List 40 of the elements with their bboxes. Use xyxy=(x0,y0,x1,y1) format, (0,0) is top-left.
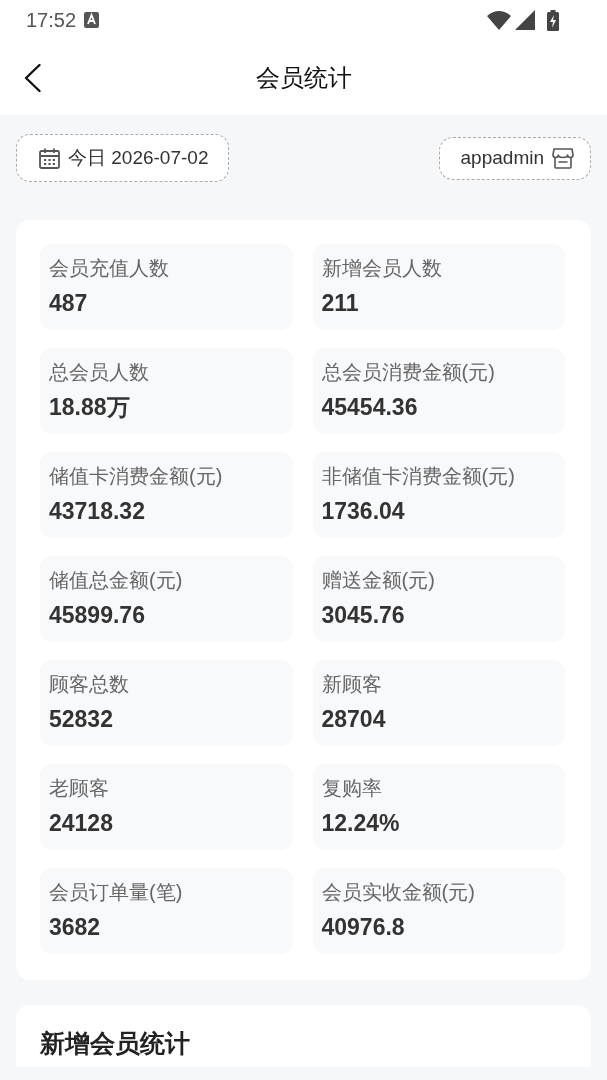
stat-label: 储值总金额(元) xyxy=(49,568,184,593)
account-store-button[interactable]: appadmin xyxy=(438,137,591,180)
battery-charging-icon xyxy=(547,9,559,31)
stat-value: 43718.32 xyxy=(49,497,146,526)
back-chevron-icon xyxy=(24,63,41,92)
section-title: 新增会员统计 xyxy=(40,1028,191,1059)
stat-value: 52832 xyxy=(49,705,114,734)
stat-value: 45899.76 xyxy=(49,601,146,630)
date-filter-button[interactable]: 今日 2026-07-02 xyxy=(16,134,230,182)
stat-value: 45454.36 xyxy=(321,393,419,422)
stat-label: 复购率 xyxy=(321,776,383,801)
stat-value: 24128 xyxy=(49,809,114,838)
calendar-icon xyxy=(39,147,60,169)
store-icon xyxy=(552,148,574,169)
stat-label: 总会员人数 xyxy=(49,360,150,385)
stat-label: 储值卡消费金额(元) xyxy=(49,464,224,489)
stat-label: 赠送金额(元) xyxy=(321,568,436,593)
keyboard-notification-icon xyxy=(84,12,100,28)
stat-label: 新顾客 xyxy=(321,672,383,697)
stat-value: 28704 xyxy=(321,705,387,734)
stat-value: 12.24% xyxy=(321,809,401,838)
stat-value: 18.88万 xyxy=(49,393,131,422)
stat-label: 会员实收金额(元) xyxy=(321,880,476,905)
signal-icon xyxy=(515,10,535,30)
stat-value: 487 xyxy=(49,289,89,318)
stat-value: 3682 xyxy=(49,913,102,942)
stat-label: 非储值卡消费金额(元) xyxy=(321,464,516,489)
status-time: 17:52 xyxy=(26,10,77,30)
stat-label: 顾客总数 xyxy=(49,672,130,697)
stat-label: 总会员消费金额(元) xyxy=(321,360,496,385)
stat-value: 3045.76 xyxy=(321,601,406,630)
wifi-icon xyxy=(487,10,511,30)
stat-value: 1736.04 xyxy=(321,497,406,526)
stat-label: 老顾客 xyxy=(49,776,110,801)
stat-label: 新增会员人数 xyxy=(321,256,443,281)
stat-label: 会员充值人数 xyxy=(49,256,170,281)
stat-value: 211 xyxy=(321,289,360,318)
stat-value: 40976.8 xyxy=(321,913,406,942)
stat-label: 会员订单量(笔) xyxy=(49,880,184,905)
page-title: 会员统计 xyxy=(255,62,352,93)
